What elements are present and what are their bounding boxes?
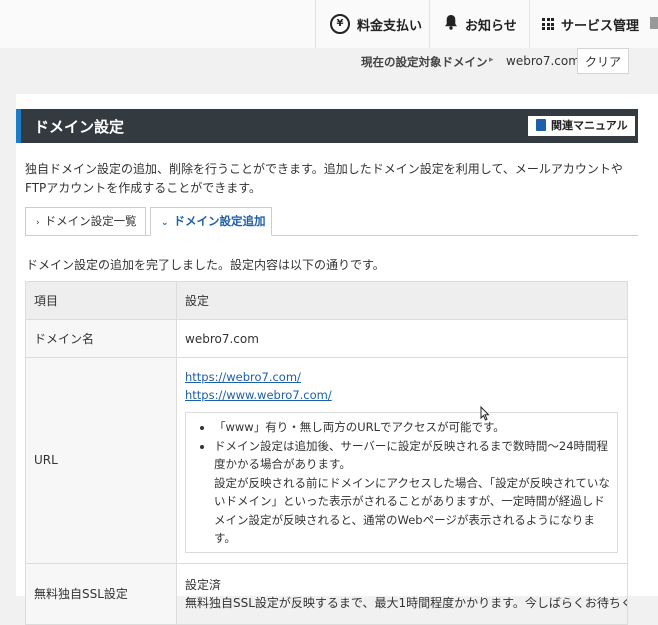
current-domain-label: 現在の設定対象ドメイン	[361, 55, 488, 69]
url-label: URL	[25, 357, 177, 564]
tab-domain-add-label: ドメイン設定追加	[173, 214, 266, 228]
nav-fee-payment[interactable]: ¥ 料金支払い	[315, 0, 429, 48]
url-cell: https://webro7.com/ https://www.webro7.c…	[176, 357, 628, 564]
ssl-label: 無料独自SSL設定	[25, 562, 177, 625]
tab-domain-list-label: ドメイン設定一覧	[44, 214, 137, 228]
url-link-www[interactable]: https://www.webro7.com/	[185, 386, 627, 404]
domain-name-label: ドメイン名	[25, 319, 177, 358]
clear-button[interactable]: クリア	[577, 48, 629, 74]
tab-domain-list[interactable]: › ドメイン設定一覧	[25, 207, 146, 235]
mouse-cursor-icon	[480, 405, 490, 425]
table-row: URL https://webro7.com/ https://www.webr…	[25, 357, 628, 564]
tab-domain-add[interactable]: ⌄ ドメイン設定追加	[150, 207, 272, 236]
nav-news[interactable]: お知らせ	[429, 0, 529, 48]
url-link[interactable]: https://webro7.com/	[185, 368, 627, 386]
page-description: 独自ドメイン設定の追加、削除を行うことができます。追加したドメイン設定を利用して…	[25, 162, 623, 195]
note-item: ドメイン設定は追加後、サーバーに設定が反映されるまで数時間～24時間程度かかる場…	[214, 437, 611, 548]
table-row: ドメイン名 webro7.com	[25, 319, 628, 358]
current-domain-value: webro7.com	[506, 54, 580, 68]
tab-bar: › ドメイン設定一覧 ⌄ ドメイン設定追加	[25, 207, 638, 236]
ssl-note: 無料独自SSL設定が反映するまで、最大1時間程度かかります。今しばらくお待ちくだ…	[185, 595, 627, 610]
book-icon	[536, 119, 546, 131]
grid-icon	[542, 18, 554, 30]
nav-news-label: お知らせ	[465, 18, 517, 34]
header-setting: 設定	[176, 281, 628, 320]
account-menu[interactable]	[650, 17, 658, 29]
title-bar: ドメイン設定 関連マニュアル	[16, 109, 638, 143]
url-notes: 「www」有り・無し両方のURLでアクセスが可能です。 ドメイン設定は追加後、サ…	[185, 412, 618, 553]
manual-button[interactable]: 関連マニュアル	[528, 116, 635, 136]
note-item: 「www」有り・無し両方のURLでアクセスが可能です。	[214, 418, 611, 437]
chevron-down-icon: ⌄	[161, 218, 169, 228]
current-domain-bar: 現在の設定対象ドメイン ▸ webro7.com クリア	[18, 48, 658, 82]
nav-service-management[interactable]: サービス管理	[529, 0, 658, 48]
bell-icon	[444, 14, 458, 34]
yen-icon: ¥	[330, 14, 350, 34]
top-nav: ¥ 料金支払い お知らせ サービス管理	[0, 0, 658, 48]
nav-services-label: サービス管理	[561, 18, 640, 34]
ssl-status: 設定済	[185, 577, 222, 592]
chevron-right-icon: ▸	[489, 55, 494, 65]
manual-button-label: 関連マニュアル	[551, 119, 628, 132]
note-text: 設定が反映される前にドメインにアクセスした場合、「設定が反映されていないドメイン…	[214, 475, 610, 546]
ssl-cell: 設定済 無料独自SSL設定が反映するまで、最大1時間程度かかります。今しばらくお…	[176, 562, 628, 625]
chevron-right-icon: ›	[36, 218, 40, 228]
result-table: 項目 設定 ドメイン名 webro7.com URL https://webro…	[25, 281, 628, 625]
main-panel: ドメイン設定 関連マニュアル 独自ドメイン設定の追加、削除を行うことができます。…	[16, 94, 658, 625]
completion-message: ドメイン設定の追加を完了しました。設定内容は以下の通りです。	[26, 258, 385, 272]
page-title: ドメイン設定	[34, 118, 125, 136]
table-row: 無料独自SSL設定 設定済 無料独自SSL設定が反映するまで、最大1時間程度かか…	[25, 562, 628, 625]
domain-name-value: webro7.com	[176, 319, 628, 358]
table-header-row: 項目 設定	[25, 281, 628, 320]
note-text: ドメイン設定は追加後、サーバーに設定が反映されるまで数時間～24時間程度かかる場…	[214, 438, 609, 472]
header-item: 項目	[25, 281, 177, 320]
nav-fee-label: 料金支払い	[357, 18, 423, 34]
